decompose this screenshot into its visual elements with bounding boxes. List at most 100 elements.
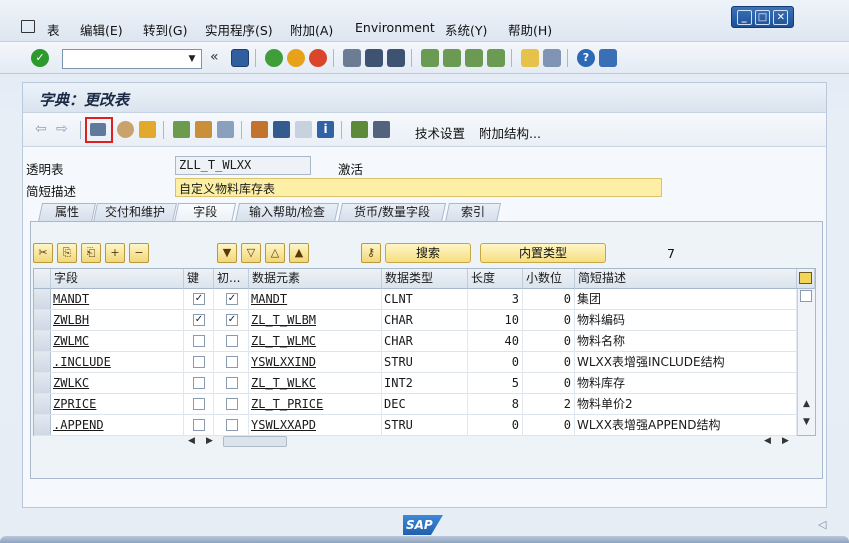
menu-edit[interactable]: 编辑(E) <box>80 20 123 39</box>
cell-data-type[interactable]: CLNT <box>382 289 468 310</box>
select-all-corner[interactable] <box>34 269 51 289</box>
cell-data-type[interactable]: STRU <box>382 415 468 436</box>
copy-row-icon[interactable]: ⎘ <box>57 243 77 263</box>
cell-short-desc[interactable]: WLXX表增强INCLUDE结构 <box>575 352 797 373</box>
row-selector[interactable] <box>34 289 51 309</box>
cell-data-element[interactable]: ZL_T_WLMC <box>249 331 382 352</box>
key-checkbox[interactable]: ✓ <box>193 293 205 305</box>
enter-icon[interactable]: ✓ <box>31 49 49 67</box>
scroll-bottom-icon[interactable]: ▼ <box>217 243 237 263</box>
restore-button[interactable]: □ <box>754 9 770 25</box>
column-header-data-element[interactable]: 数据元素 <box>249 269 382 289</box>
minimize-button[interactable]: _ <box>736 9 752 25</box>
cell-length[interactable]: 5 <box>468 373 523 394</box>
scroll-thumb[interactable] <box>800 290 812 302</box>
scroll-left-arrow-icon[interactable]: ◀ <box>188 436 195 446</box>
key-checkbox[interactable] <box>193 377 205 389</box>
menu-icon[interactable] <box>21 20 35 33</box>
cell-field[interactable]: .INCLUDE <box>51 352 184 373</box>
cell-length[interactable]: 0 <box>468 352 523 373</box>
initial-checkbox[interactable] <box>226 356 238 368</box>
cell-field[interactable]: ZWLBH <box>51 310 184 331</box>
menu-system[interactable]: 系统(Y) <box>445 20 487 39</box>
activate-icon[interactable] <box>139 121 156 138</box>
cell-field[interactable]: ZWLMC <box>51 331 184 352</box>
save-icon[interactable] <box>231 49 249 67</box>
initial-checkbox[interactable]: ✓ <box>226 314 238 326</box>
cell-data-element[interactable]: ZL_T_WLBM <box>249 310 382 331</box>
table-row[interactable]: .INCLUDE YSWLXXIND STRU 0 0 WLXX表增强INCLUDE结构 <box>34 352 797 373</box>
tab-delivery-maintenance[interactable]: 交付和维护 <box>92 203 178 222</box>
cell-data-type[interactable]: DEC <box>382 394 468 415</box>
cell-field[interactable]: .APPEND <box>51 415 184 436</box>
table-row[interactable]: .APPEND YSWLXXAPD STRU 0 0 WLXX表增强APPEND结构 <box>34 415 797 436</box>
cell-data-element[interactable]: YSWLXXAPD <box>249 415 382 436</box>
cell-decimals[interactable]: 0 <box>523 415 575 436</box>
forward-arrow-icon[interactable]: ⇨ <box>56 121 73 138</box>
find-next-icon[interactable] <box>387 49 405 67</box>
hierarchy-icon[interactable] <box>251 121 268 138</box>
cell-data-element[interactable]: ZL_T_PRICE <box>249 394 382 415</box>
print-icon[interactable] <box>343 49 361 67</box>
key-checkbox[interactable] <box>193 356 205 368</box>
column-header-length[interactable]: 长度 <box>468 269 523 289</box>
cell-short-desc[interactable]: 物料库存 <box>575 373 797 394</box>
initial-checkbox[interactable] <box>226 335 238 347</box>
status-expand-icon[interactable]: ◁ <box>818 518 826 531</box>
menu-extras[interactable]: 附加(A) <box>290 20 333 39</box>
horizontal-scroll-thumb[interactable] <box>223 436 287 447</box>
table-icon[interactable] <box>351 121 368 138</box>
collapse-icon[interactable]: « <box>210 49 228 67</box>
scroll-right-arrow-icon[interactable]: ▶ <box>206 436 213 446</box>
delete-row-icon[interactable]: − <box>129 243 149 263</box>
magic-wand-icon[interactable] <box>195 121 212 138</box>
cell-field[interactable]: ZPRICE <box>51 394 184 415</box>
scroll-up-arrow-icon[interactable]: ▲ <box>798 399 815 409</box>
back-arrow-icon[interactable]: ⇦ <box>35 121 52 138</box>
tab-input-help-check[interactable]: 输入帮助/检查 <box>234 203 340 222</box>
chevron-down-icon[interactable]: ▼ <box>185 51 199 67</box>
row-selector[interactable] <box>34 352 51 372</box>
cell-field[interactable]: ZWLKC <box>51 373 184 394</box>
cell-decimals[interactable]: 0 <box>523 331 575 352</box>
cell-short-desc[interactable]: 物料编码 <box>575 310 797 331</box>
cell-decimals[interactable]: 0 <box>523 373 575 394</box>
horizontal-scrollbar[interactable]: ◀ ▶ ◀ ▶ <box>33 434 816 450</box>
column-settings-icon[interactable] <box>797 269 815 289</box>
display-object-list-icon[interactable] <box>295 121 312 138</box>
cell-short-desc[interactable]: WLXX表增强APPEND结构 <box>575 415 797 436</box>
scroll-page-down-icon[interactable]: ▽ <box>241 243 261 263</box>
customize-layout-icon[interactable] <box>599 49 617 67</box>
cell-field[interactable]: MANDT <box>51 289 184 310</box>
menu-utilities[interactable]: 实用程序(S) <box>205 20 273 39</box>
first-page-icon[interactable] <box>421 49 439 67</box>
scroll-down-arrow-icon[interactable]: ▼ <box>798 417 815 427</box>
table-row[interactable]: ZWLMC ZL_T_WLMC CHAR 40 0 物料名称 <box>34 331 797 352</box>
row-selector[interactable] <box>34 415 51 435</box>
shortcut-icon[interactable] <box>543 49 561 67</box>
new-session-icon[interactable] <box>521 49 539 67</box>
cell-short-desc[interactable]: 物料名称 <box>575 331 797 352</box>
cell-length[interactable]: 10 <box>468 310 523 331</box>
table-row[interactable]: ZWLKC ZL_T_WLKC INT2 5 0 物料库存 <box>34 373 797 394</box>
table-row[interactable]: ZPRICE ZL_T_PRICE DEC 8 2 物料单价2 <box>34 394 797 415</box>
cell-data-type[interactable]: STRU <box>382 352 468 373</box>
cell-decimals[interactable]: 0 <box>523 289 575 310</box>
exit-icon[interactable] <box>287 49 305 67</box>
cell-decimals[interactable]: 0 <box>523 310 575 331</box>
scroll-top-icon[interactable]: ▲ <box>289 243 309 263</box>
cell-data-element[interactable]: ZL_T_WLKC <box>249 373 382 394</box>
key-checkbox[interactable]: ✓ <box>193 314 205 326</box>
other-object-icon[interactable] <box>117 121 134 138</box>
table-row[interactable]: MANDT MANDT CLNT 3 0 集团 ✓ ✓ <box>34 289 797 310</box>
scroll-left-arrow-icon[interactable]: ◀ <box>764 436 771 446</box>
cell-data-type[interactable]: INT2 <box>382 373 468 394</box>
cell-length[interactable]: 40 <box>468 331 523 352</box>
check-icon[interactable] <box>173 121 190 138</box>
help-icon[interactable]: ? <box>577 49 595 67</box>
cut-row-icon[interactable]: ✂ <box>33 243 53 263</box>
cell-length[interactable]: 8 <box>468 394 523 415</box>
initial-checkbox[interactable] <box>226 398 238 410</box>
column-header-decimals[interactable]: 小数位 <box>523 269 575 289</box>
table-row[interactable]: ZWLBH ZL_T_WLBM CHAR 10 0 物料编码 ✓ ✓ <box>34 310 797 331</box>
